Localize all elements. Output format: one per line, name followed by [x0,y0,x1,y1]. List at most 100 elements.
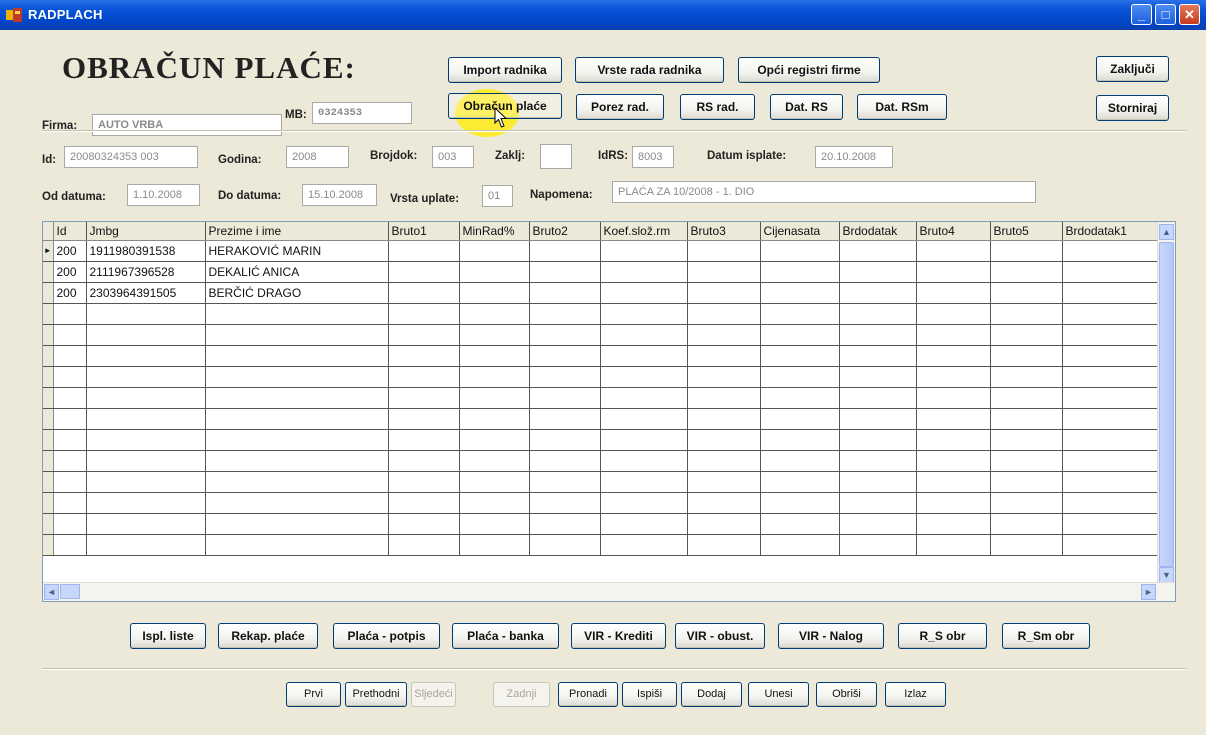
table-row[interactable]: ► 200 1911980391538 HERAKOVIĆ MARIN [43,240,1158,262]
table-cell[interactable]: 2111967396528 [86,261,206,283]
table-cell[interactable] [459,429,530,451]
table-cell[interactable] [990,240,1063,262]
table-cell[interactable] [459,282,530,304]
table-cell[interactable] [600,492,688,514]
table-cell[interactable] [760,387,840,409]
table-cell[interactable] [600,303,688,325]
vir-obust-button[interactable]: VIR - obust. [675,623,765,649]
table-cell[interactable]: 200 [53,282,87,304]
table-cell[interactable] [459,324,530,346]
table-cell[interactable] [388,240,460,262]
table-cell[interactable] [86,345,206,367]
table-cell[interactable] [990,429,1063,451]
table-row[interactable] [43,450,1158,472]
table-cell[interactable] [687,324,761,346]
table-cell[interactable] [529,408,601,430]
table-cell[interactable] [990,282,1063,304]
napomena-field[interactable]: PLAĆA ZA 10/2008 - 1. DIO [612,181,1036,203]
table-cell[interactable] [388,345,460,367]
table-cell[interactable] [388,534,460,556]
table-cell[interactable] [600,513,688,535]
table-cell[interactable] [990,324,1063,346]
table-cell[interactable] [839,534,917,556]
table-cell[interactable] [990,387,1063,409]
opci-registri-button[interactable]: Opći registri firme [738,57,880,83]
table-cell[interactable] [388,282,460,304]
table-cell[interactable] [1062,282,1158,304]
table-cell[interactable] [916,324,991,346]
table-cell[interactable] [600,366,688,388]
table-row[interactable] [43,534,1158,556]
table-cell[interactable] [459,303,530,325]
table-cell[interactable] [53,366,87,388]
table-cell[interactable] [839,261,917,283]
table-cell[interactable] [990,366,1063,388]
table-cell[interactable] [600,282,688,304]
table-cell[interactable] [839,324,917,346]
table-cell[interactable] [205,471,389,493]
storniraj-button[interactable]: Storniraj [1096,95,1169,121]
table-cell[interactable] [760,534,840,556]
table-cell[interactable] [687,450,761,472]
table-cell[interactable] [839,387,917,409]
table-cell[interactable] [839,366,917,388]
table-cell[interactable] [529,303,601,325]
table-cell[interactable] [687,429,761,451]
table-cell[interactable] [687,408,761,430]
table-cell[interactable] [687,534,761,556]
table-cell[interactable] [600,408,688,430]
dat-rsm-button[interactable]: Dat. RSm [857,94,947,120]
column-header[interactable]: Bruto3 [687,222,761,241]
table-row[interactable] [43,303,1158,325]
table-cell[interactable] [1062,408,1158,430]
table-cell[interactable] [459,240,530,262]
table-cell[interactable] [600,345,688,367]
table-cell[interactable] [990,450,1063,472]
table-cell[interactable] [760,429,840,451]
table-cell[interactable] [205,492,389,514]
table-row[interactable] [43,387,1158,409]
table-cell[interactable] [1062,261,1158,283]
table-cell[interactable] [86,429,206,451]
table-cell[interactable]: DEKALIĆ ANICA [205,261,389,283]
rekap-place-button[interactable]: Rekap. plaće [218,623,318,649]
table-cell[interactable] [1062,366,1158,388]
table-cell[interactable] [760,408,840,430]
table-cell[interactable] [687,387,761,409]
title-bar[interactable]: RADPLACH _ □ ✕ [0,0,1206,30]
table-cell[interactable] [687,492,761,514]
table-cell[interactable] [760,282,840,304]
table-cell[interactable] [687,261,761,283]
scroll-down-icon[interactable]: ▼ [1159,567,1174,583]
table-cell[interactable] [1062,513,1158,535]
table-cell[interactable] [388,303,460,325]
table-cell[interactable] [916,408,991,430]
zadnji-button[interactable]: Zadnji [493,682,550,707]
table-cell[interactable] [990,471,1063,493]
mb-field[interactable]: 0324353 [312,102,412,124]
table-cell[interactable] [459,534,530,556]
column-header[interactable]: Bruto2 [529,222,601,241]
table-cell[interactable] [916,366,991,388]
prethodni-button[interactable]: Prethodni [345,682,407,707]
table-cell[interactable] [916,303,991,325]
table-cell[interactable] [760,450,840,472]
r-s-obr-button[interactable]: R_S obr [898,623,987,649]
table-cell[interactable] [86,324,206,346]
table-cell[interactable] [760,261,840,283]
table-cell[interactable]: HERAKOVIĆ MARIN [205,240,389,262]
table-cell[interactable] [600,471,688,493]
table-cell[interactable] [600,240,688,262]
table-cell[interactable] [990,303,1063,325]
id-field[interactable]: 20080324353 003 [64,146,198,168]
table-cell[interactable] [53,345,87,367]
column-header[interactable]: Bruto1 [388,222,460,241]
table-cell[interactable] [1062,345,1158,367]
table-cell[interactable]: 200 [53,261,87,283]
table-cell[interactable] [388,261,460,283]
table-cell[interactable]: 200 [53,240,87,262]
table-cell[interactable] [1062,429,1158,451]
table-cell[interactable] [53,492,87,514]
table-cell[interactable] [205,366,389,388]
table-cell[interactable] [529,324,601,346]
